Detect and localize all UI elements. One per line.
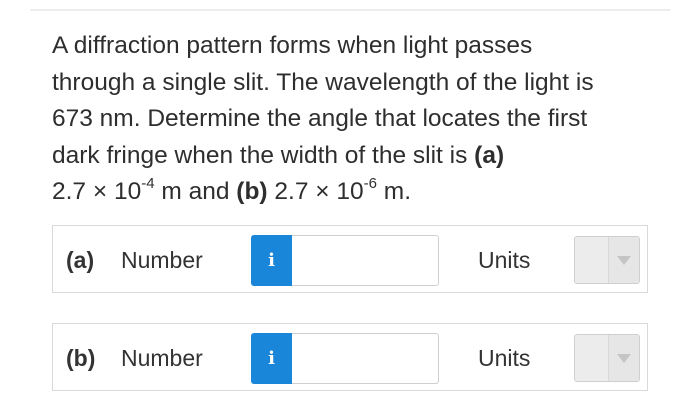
number-input-a[interactable] xyxy=(292,235,439,286)
part-b-marker: (b) xyxy=(236,178,268,205)
unit-text: m and xyxy=(154,178,237,205)
chevron-down-icon xyxy=(617,353,631,363)
units-label: Units xyxy=(478,247,531,273)
number-label: Number xyxy=(121,345,203,371)
top-divider xyxy=(30,9,670,11)
part-label: (b) xyxy=(66,345,96,371)
info-icon[interactable]: i xyxy=(251,333,292,384)
exponent-b: -6 xyxy=(363,174,377,192)
question-text: A diffraction pattern forms when light p… xyxy=(52,28,652,211)
question-line: dark fringe when the width of the slit i… xyxy=(52,138,652,175)
dropdown-toggle[interactable] xyxy=(608,237,639,283)
units-select-a[interactable] xyxy=(574,236,640,284)
units-select-b[interactable] xyxy=(574,334,640,382)
question-line: through a single slit. The wavelength of… xyxy=(52,68,594,96)
part-label: (a) xyxy=(66,247,95,273)
answer-row-b: (b) Number i Units xyxy=(52,323,648,391)
number-label: Number xyxy=(121,247,203,273)
info-icon[interactable]: i xyxy=(251,235,292,286)
slit-width-b: 2.7 × 10 xyxy=(267,178,364,205)
exponent-a: -4 xyxy=(141,174,155,192)
answer-row-a: (a) Number i Units xyxy=(52,225,648,293)
slit-width-a: 2.7 × 10 xyxy=(52,178,142,205)
number-input-b[interactable] xyxy=(292,333,439,384)
part-a-marker: (a) xyxy=(474,141,505,169)
question-text-fragment: dark fringe when the width of the slit i… xyxy=(52,141,475,169)
units-label: Units xyxy=(478,345,531,371)
question-line: 2.7 × 10-4 m and (b) 2.7 × 10-6 m. xyxy=(52,174,652,211)
units-selected-value xyxy=(575,237,609,283)
question-line: 673 nm. Determine the angle that locates… xyxy=(52,105,588,132)
dropdown-toggle[interactable] xyxy=(608,335,639,381)
chevron-down-icon xyxy=(617,255,631,265)
unit-text: m. xyxy=(376,178,412,205)
units-selected-value xyxy=(575,335,609,381)
question-line: A diffraction pattern forms when light p… xyxy=(52,32,533,59)
